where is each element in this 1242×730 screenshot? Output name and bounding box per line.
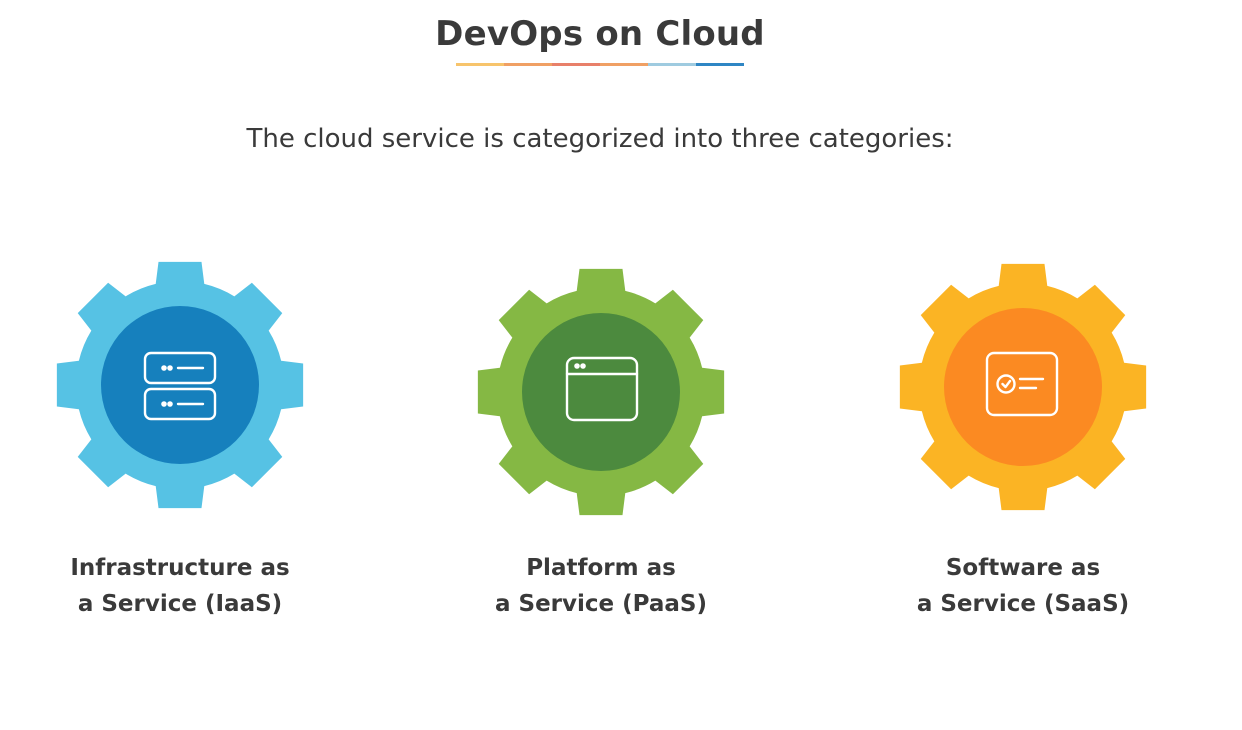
gear-inner — [101, 306, 259, 464]
underline-segment — [600, 63, 648, 66]
service-label: Software as a Service (SaaS) — [868, 550, 1178, 622]
underline-segment — [552, 63, 600, 66]
underline-segment — [504, 63, 552, 66]
service-card-paas: Platform as a Service (PaaS) — [446, 255, 746, 635]
gear-icon — [56, 261, 304, 509]
service-label-line2: a Service (IaaS) — [77, 591, 283, 617]
page-title: DevOps on Cloud — [435, 14, 765, 54]
title-underline — [456, 63, 744, 66]
gear-icon — [477, 268, 725, 516]
service-card-saas: Software as a Service (SaaS) — [868, 255, 1168, 635]
service-label-line1: Infrastructure as — [70, 555, 290, 581]
gear-inner — [522, 313, 680, 471]
underline-segment — [648, 63, 696, 66]
service-label: Infrastructure as a Service (IaaS) — [25, 550, 335, 622]
service-label: Platform as a Service (PaaS) — [446, 550, 756, 622]
service-label-line1: Software as — [945, 555, 1101, 581]
subtitle: The cloud service is categorized into th… — [246, 124, 954, 154]
gear-icon — [899, 263, 1147, 511]
underline-segment — [696, 63, 744, 66]
service-label-line1: Platform as — [526, 555, 676, 581]
service-label-line2: a Service (PaaS) — [494, 591, 708, 617]
underline-segment — [456, 63, 504, 66]
service-card-iaas: Infrastructure as a Service (IaaS) — [25, 255, 325, 635]
service-label-line2: a Service (SaaS) — [916, 591, 1130, 617]
